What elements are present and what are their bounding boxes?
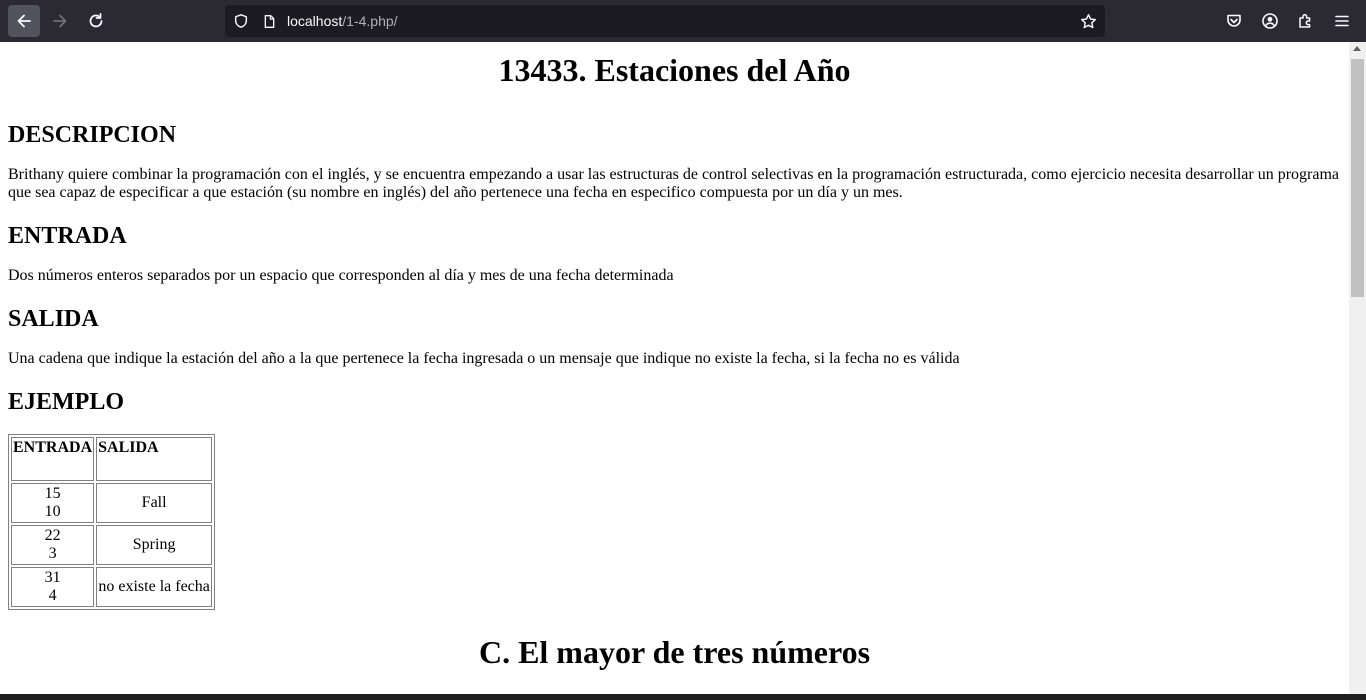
descripcion-heading: DESCRIPCION — [8, 122, 177, 148]
back-button[interactable] — [8, 5, 40, 37]
salida-text: Una cadena que indique la estación del a… — [8, 350, 960, 367]
entrada-heading: ENTRADA — [8, 223, 127, 249]
table-row: 22 3 Spring — [11, 525, 213, 565]
url-host: localhost — [287, 13, 343, 29]
table-row: 31 4 no existe la fecha — [11, 567, 213, 607]
column-header-entrada: ENTRADA — [11, 437, 95, 481]
input-day: 22 — [44, 527, 61, 544]
output-cell: Fall — [96, 483, 213, 523]
column-header-salida: SALIDA — [96, 437, 213, 481]
descripcion-text: Brithany quiere combinar la programación… — [8, 166, 1339, 201]
table-header-row: ENTRADA SALIDA — [11, 437, 213, 481]
arrow-left-icon — [17, 14, 31, 28]
input-month: 10 — [44, 503, 61, 520]
output-cell: Spring — [96, 525, 213, 565]
pocket-button[interactable] — [1218, 5, 1250, 37]
scroll-thumb[interactable] — [1351, 59, 1364, 297]
forward-button[interactable] — [44, 5, 76, 37]
table-row: 15 10 Fall — [11, 483, 213, 523]
input-cell: 31 4 — [11, 567, 95, 607]
vertical-scrollbar[interactable] — [1349, 42, 1366, 694]
page-content: 13433. Estaciones del Año DESCRIPCION Br… — [0, 52, 1349, 670]
account-button[interactable] — [1254, 5, 1286, 37]
page-viewport: 13433. Estaciones del Año DESCRIPCION Br… — [0, 42, 1349, 694]
scroll-up-arrow-icon[interactable] — [1353, 46, 1361, 51]
menu-button[interactable] — [1326, 5, 1358, 37]
hamburger-menu-icon — [1335, 15, 1349, 27]
bookmark-star-icon[interactable] — [1079, 12, 1097, 30]
browser-toolbar: localhost/1-4.php/ — [0, 0, 1366, 42]
extensions-button[interactable] — [1290, 5, 1322, 37]
input-cell: 22 3 — [11, 525, 95, 565]
pocket-icon — [1227, 14, 1241, 27]
reload-icon — [89, 13, 103, 28]
next-problem-title: C. El mayor de tres números — [478, 634, 871, 670]
url-path: /1-4.php/ — [342, 13, 398, 29]
arrow-right-icon — [53, 14, 67, 28]
salida-heading: SALIDA — [8, 306, 99, 332]
taskbar-strip — [0, 694, 1366, 700]
ejemplo-heading: EJEMPLO — [8, 389, 125, 415]
input-month: 4 — [48, 587, 57, 604]
input-cell: 15 10 — [11, 483, 95, 523]
output-cell: no existe la fecha — [96, 567, 213, 607]
shield-icon[interactable] — [232, 12, 250, 30]
input-month: 3 — [48, 545, 57, 562]
url-bar[interactable]: localhost/1-4.php/ — [225, 5, 1105, 37]
reload-button[interactable] — [80, 5, 112, 37]
page-info-icon[interactable] — [260, 12, 278, 30]
entrada-text: Dos números enteros separados por un esp… — [8, 267, 674, 284]
input-day: 31 — [44, 569, 61, 586]
example-table: ENTRADA SALIDA 15 10 Fall 22 3 Spring 31 4 … — [8, 434, 216, 610]
account-icon — [1262, 13, 1278, 29]
page-title: 13433. Estaciones del Año — [498, 52, 851, 88]
puzzle-icon — [1299, 13, 1311, 28]
input-day: 15 — [44, 485, 61, 502]
url-text[interactable]: localhost/1-4.php/ — [287, 5, 398, 37]
